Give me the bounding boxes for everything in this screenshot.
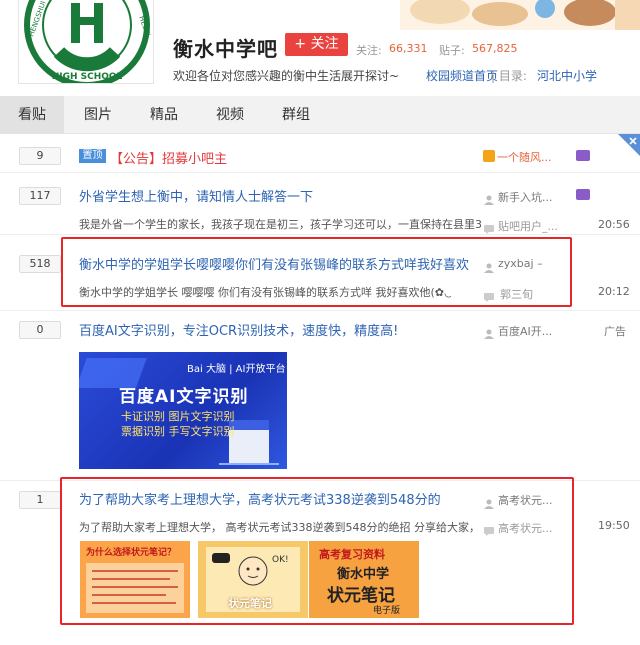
ad-label: 广告 [604, 325, 626, 338]
posts-count: 567,825 [472, 42, 518, 55]
thread-title[interactable]: 【公告】招募小吧主 [110, 148, 227, 167]
thread-author[interactable]: 新手入坑... [498, 189, 553, 205]
reply-count: 9 [19, 147, 61, 165]
highlight-box [61, 237, 572, 307]
forum-name[interactable]: 衡水中学吧 [173, 33, 278, 62]
followers-label: 关注: [356, 44, 382, 57]
forum-slogan: 欢迎各位对您感兴趣的衡中生活展开探讨~ [173, 69, 400, 83]
reply-count: 117 [19, 187, 61, 205]
followers-count: 66,331 [389, 42, 428, 55]
tab-groups[interactable]: 群组 [268, 96, 324, 134]
reply-count: 1 [19, 491, 61, 509]
directory-home-link[interactable]: 校园频道首页 [426, 67, 498, 84]
ad-brand: Bai 大脑 | AI开放平台 [187, 364, 286, 375]
thread-abstract: 我是外省一个学生的家长，我孩子现在是初三，孩子学习还可以，一直保持在县里30..… [79, 218, 481, 231]
last-reply-time: 19:50 [598, 519, 630, 532]
tab-images[interactable]: 图片 [70, 96, 126, 134]
vip-icon [576, 150, 590, 161]
banner-illustration [400, 0, 640, 30]
last-reply-time: 20:12 [598, 285, 630, 298]
ad-feature-line: 卡证识别 图片文字识别 [121, 410, 235, 423]
thread-title[interactable]: 百度AI文字识别，专注OCR识别技术，速度快，精度高! [79, 320, 479, 339]
highlight-box [60, 477, 574, 625]
ad-image[interactable]: Bai 大脑 | AI开放平台 百度AI文字识别 卡证识别 图片文字识别 票据识… [79, 352, 287, 469]
directory-category-link[interactable]: 河北中小学 [537, 67, 597, 84]
thread-author[interactable]: 百度AI开... [498, 323, 552, 339]
ad-feature-line: 票据识别 手写文字识别 [121, 425, 235, 438]
posts-label: 贴子: [439, 44, 465, 57]
comment-icon [484, 219, 494, 234]
vip-icon [576, 189, 590, 200]
reply-count: 0 [19, 321, 61, 339]
follow-button[interactable]: + 关注 [285, 33, 348, 56]
last-reply-time: 20:56 [598, 218, 630, 231]
last-reply-user[interactable]: 贴吧用户_... [498, 218, 558, 234]
forum-header: HIGH SCHOOL HENGSHUI HEBEI 衡水中学吧 + 关注 关注… [0, 0, 640, 96]
user-icon [484, 324, 494, 339]
tab-videos[interactable]: 视频 [202, 96, 258, 134]
ad-headline: 百度AI文字识别 [119, 387, 249, 407]
user-icon [484, 190, 494, 205]
tab-posts[interactable]: 看贴 [0, 96, 64, 134]
thread-author[interactable]: 一个随风... [497, 149, 552, 165]
tab-featured[interactable]: 精品 [136, 96, 192, 134]
medal-icon [483, 150, 495, 162]
thread-title[interactable]: 外省学生想上衡中，请知情人士解答一下 [79, 186, 479, 205]
pinned-badge: 置顶 [79, 149, 106, 163]
svg-text:HIGH SCHOOL: HIGH SCHOOL [52, 72, 123, 82]
directory-label: | 目录: [491, 69, 527, 83]
forum-logo[interactable]: HIGH SCHOOL HENGSHUI HEBEI [18, 0, 154, 84]
tab-bar: 看贴 图片 精品 视频 群组 [0, 96, 640, 134]
reply-count: 518 [19, 255, 61, 273]
